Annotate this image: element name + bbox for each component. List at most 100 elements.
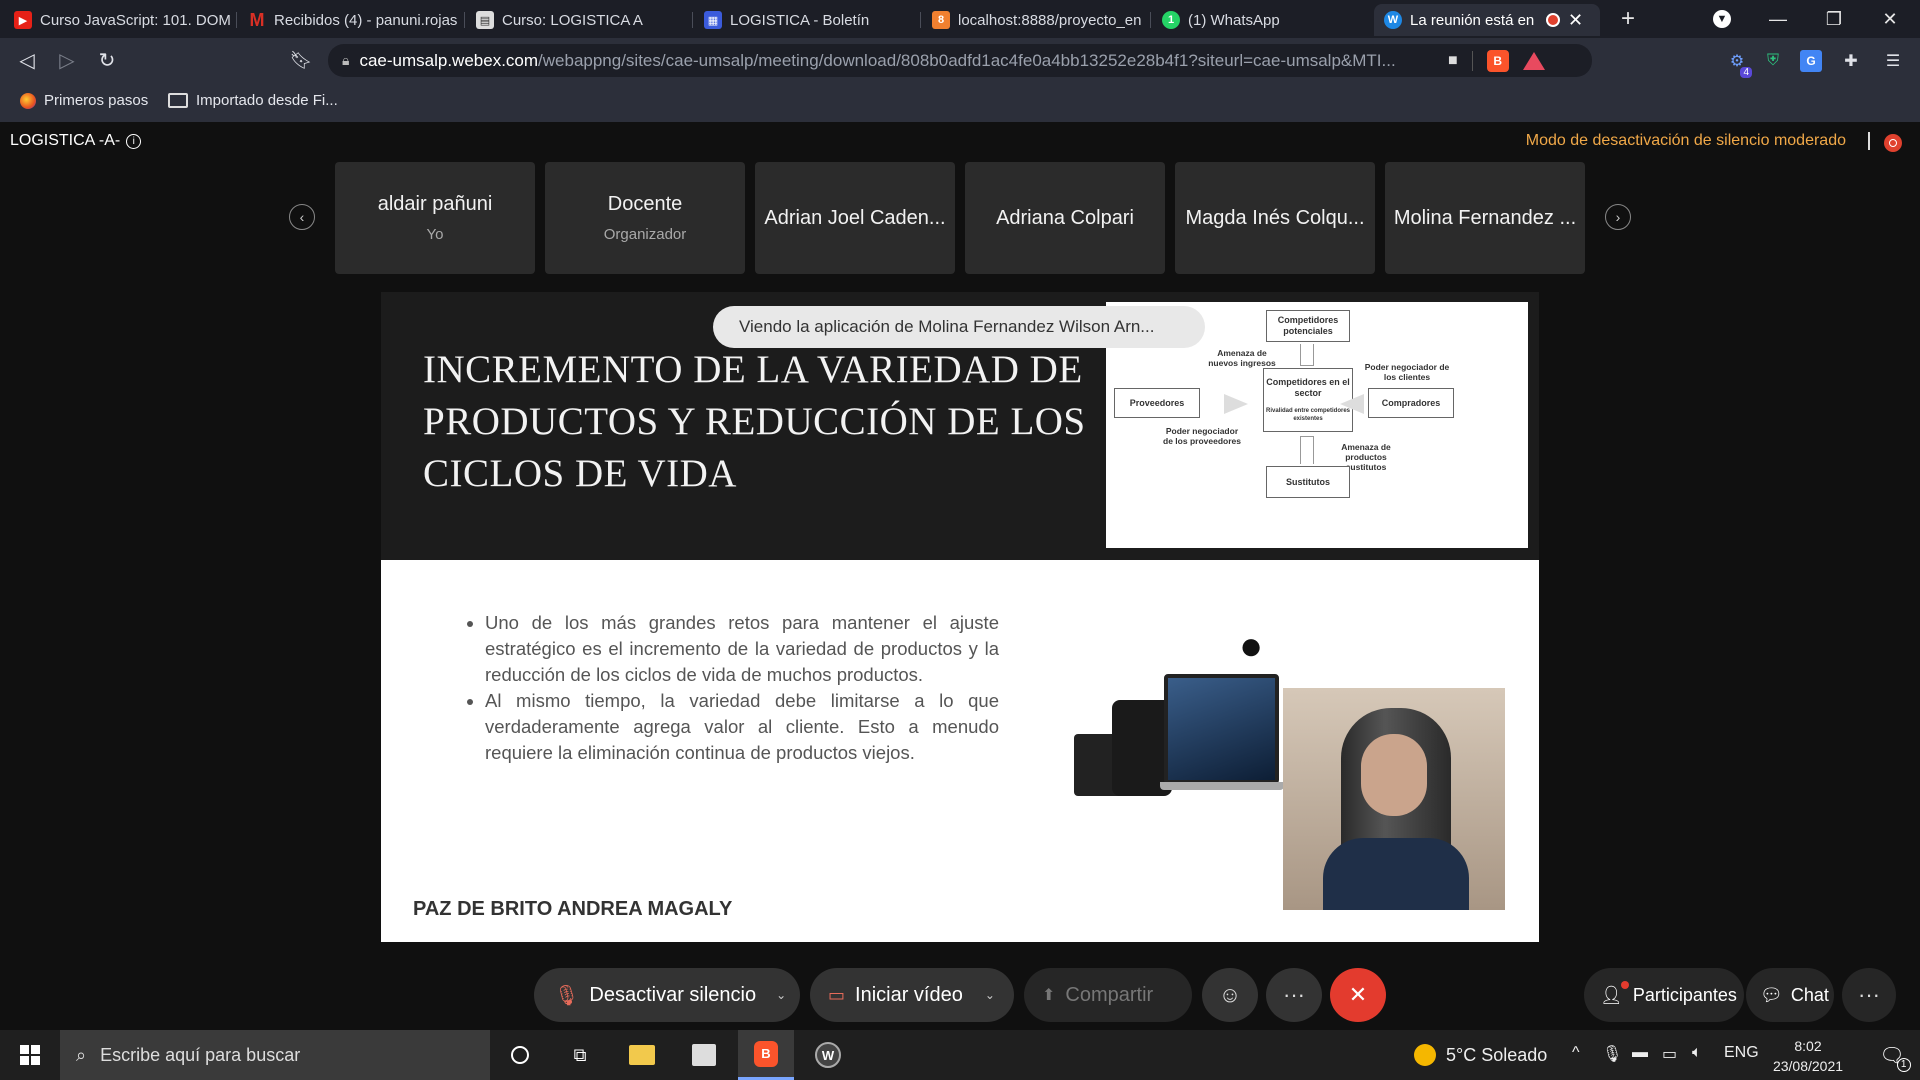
browser-tab[interactable]: ▦ LOGISTICA - Boletín — [694, 4, 920, 36]
viewing-application-notice: Viendo la aplicación de Molina Fernandez… — [713, 306, 1205, 348]
gmail-icon: M — [249, 9, 265, 30]
sun-icon — [1414, 1044, 1436, 1066]
mute-button[interactable]: 🎙︎ Desactivar silencio ⌄ — [534, 968, 800, 1022]
bookmark-folder[interactable]: Importado desde Fi... — [168, 92, 338, 109]
more-options-button[interactable]: ··· — [1266, 968, 1322, 1022]
browser-tab[interactable]: 8 localhost:8888/proyecto_en — [922, 4, 1150, 36]
clock[interactable]: 8:02 23/08/2021 — [1770, 1036, 1846, 1076]
panel-more-button[interactable]: ··· — [1842, 968, 1896, 1022]
task-view-icon: ⧉ — [573, 1044, 587, 1065]
browser-toolbar: ◁ ▷ ↻ 🔖︎ 🔒︎ cae-umsalp.webex.com /webapp… — [0, 38, 1920, 82]
chevron-up-icon[interactable]: ^ — [1572, 1044, 1580, 1062]
brave-taskbar-button[interactable]: B — [738, 1030, 794, 1080]
browser-tab-active[interactable]: W La reunión está en ✕ — [1374, 4, 1600, 36]
participant-card[interactable]: Molina Fernandez ... — [1385, 162, 1585, 274]
participants-icon: 👤︎ — [1600, 980, 1629, 1006]
microphone-icon[interactable]: 🎙︎ — [1602, 1044, 1622, 1064]
participant-name: Adrian Joel Caden... — [764, 206, 946, 229]
tab-search-button[interactable]: ▼ — [1702, 6, 1742, 32]
menu-icon[interactable]: ☰ — [1882, 50, 1904, 72]
participant-role: Yo — [426, 226, 444, 243]
puzzle-extensions-icon[interactable]: ✚ — [1840, 50, 1862, 72]
start-video-button[interactable]: ▭ Iniciar vídeo ⌄ — [810, 968, 1014, 1022]
browser-tab-strip: ▶ Curso JavaScript: 101. DOM M Recibidos… — [0, 0, 1920, 38]
laptop-base-shape — [1160, 782, 1284, 790]
person-shoulders-shape — [1323, 838, 1469, 910]
reload-button[interactable]: ↻ — [92, 46, 122, 74]
moodle-icon: ▤ — [476, 11, 494, 29]
store-button[interactable] — [676, 1030, 732, 1080]
apple-logo-icon: ● — [1239, 624, 1264, 668]
webex-taskbar-button[interactable]: W — [800, 1030, 856, 1080]
new-tab-button[interactable]: + — [1608, 5, 1648, 32]
shared-screen: INCREMENTO DE LA VARIEDAD DE PRODUCTOS Y… — [381, 292, 1539, 942]
meeting-title-text: LOGISTICA -A- — [10, 132, 121, 149]
browser-tab[interactable]: ▤ Curso: LOGISTICA A — [466, 4, 692, 36]
browser-tab[interactable]: 1 (1) WhatsApp — [1152, 4, 1378, 36]
task-view-button[interactable]: ⧉ — [552, 1030, 608, 1080]
tab-divider — [920, 12, 921, 28]
carousel-next-button[interactable]: › — [1605, 204, 1631, 230]
chevron-down-icon[interactable]: ⌄ — [776, 988, 786, 1002]
translate-icon[interactable]: G — [1800, 50, 1822, 72]
recording-icon[interactable] — [1884, 134, 1902, 152]
participant-card[interactable]: Magda Inés Colqu... — [1175, 162, 1375, 274]
bookmark-icon[interactable]: 🔖︎ — [286, 46, 316, 74]
browser-tab[interactable]: M Recibidos (4) - panuni.rojas — [238, 4, 464, 36]
chat-button[interactable]: 💬︎ Chat — [1746, 968, 1834, 1022]
tab-divider — [236, 12, 237, 28]
forward-button[interactable]: ▷ — [52, 46, 82, 74]
diagram-label-suppliers-power: Poder negociador de los proveedores — [1163, 426, 1241, 446]
windows-start-button[interactable] — [2, 1030, 58, 1080]
minimize-button[interactable]: — — [1758, 6, 1798, 32]
presenter-name: PAZ DE BRITO ANDREA MAGALY — [413, 898, 733, 920]
battery-icon[interactable]: ▬ — [1632, 1044, 1648, 1062]
shield-icon[interactable]: ⛨ — [1762, 50, 1784, 72]
camera-icon[interactable]: ■ — [1448, 52, 1458, 70]
diagram-box-substitutes: Sustitutos — [1266, 466, 1350, 498]
tab-title: (1) WhatsApp — [1188, 11, 1280, 29]
extension-icon[interactable]: ⚙ 4 — [1726, 50, 1752, 78]
mute-label: Desactivar silencio — [589, 983, 757, 1006]
moderated-unmute-notice: Modo de desactivación de silencio modera… — [1525, 132, 1846, 149]
clock-date: 23/08/2021 — [1772, 1058, 1844, 1074]
participants-button[interactable]: 👤︎ Participantes — [1584, 968, 1744, 1022]
folder-icon — [629, 1045, 655, 1065]
brave-rewards-icon[interactable] — [1522, 51, 1545, 70]
slide-title: INCREMENTO DE LA VARIEDAD DE PRODUCTOS Y… — [423, 348, 1086, 495]
carousel-prev-button[interactable]: ‹ — [289, 204, 315, 230]
language-indicator[interactable]: ENG — [1724, 1044, 1759, 1062]
file-explorer-button[interactable] — [614, 1030, 670, 1080]
lock-icon: 🔒︎ — [342, 52, 350, 68]
weather-widget[interactable]: 5°C Soleado — [1414, 1044, 1547, 1066]
taskbar-search-input[interactable]: ⌕ Escribe aquí para buscar — [60, 1030, 490, 1080]
bookmark-item[interactable]: Primeros pasos — [20, 92, 148, 109]
close-tab-icon[interactable]: ✕ — [1568, 10, 1583, 31]
video-label: Iniciar vídeo — [855, 983, 963, 1006]
notifications-button[interactable]: 🗨︎ 1 — [1864, 1030, 1920, 1080]
participant-card[interactable]: aldair pañuni Yo — [335, 162, 535, 274]
chevron-down-icon[interactable]: ⌄ — [985, 988, 995, 1002]
tab-title: LOGISTICA - Boletín — [730, 11, 870, 29]
reactions-button[interactable]: ☺ — [1202, 968, 1258, 1022]
restore-button[interactable]: ❐ — [1814, 6, 1854, 32]
back-button[interactable]: ◁ — [12, 46, 42, 74]
network-icon[interactable]: ▭ — [1662, 1044, 1677, 1064]
browser-tab[interactable]: ▶ Curso JavaScript: 101. DOM — [4, 4, 236, 36]
weather-text: 5°C Soleado — [1446, 1044, 1548, 1065]
address-bar[interactable]: 🔒︎ cae-umsalp.webex.com /webappng/sites/… — [328, 44, 1592, 77]
volume-icon[interactable]: 🔈︎ — [1692, 1044, 1702, 1062]
participant-card[interactable]: Adriana Colpari — [965, 162, 1165, 274]
participant-card[interactable]: Adrian Joel Caden... — [755, 162, 955, 274]
firefox-icon — [20, 92, 36, 109]
share-icon: ⬆ — [1042, 987, 1056, 1004]
leave-meeting-button[interactable]: ✕ — [1330, 968, 1386, 1022]
info-icon[interactable]: i — [126, 133, 142, 149]
participant-card[interactable]: Docente Organizador — [545, 162, 745, 274]
apple-devices-image: ● — [1074, 624, 1284, 799]
more-icon: ··· — [1283, 982, 1305, 1007]
share-button[interactable]: ⬆ Compartir — [1024, 968, 1192, 1022]
brave-shields-icon[interactable]: B — [1486, 49, 1509, 72]
close-window-button[interactable]: ✕ — [1870, 6, 1910, 32]
cortana-button[interactable] — [492, 1030, 548, 1080]
